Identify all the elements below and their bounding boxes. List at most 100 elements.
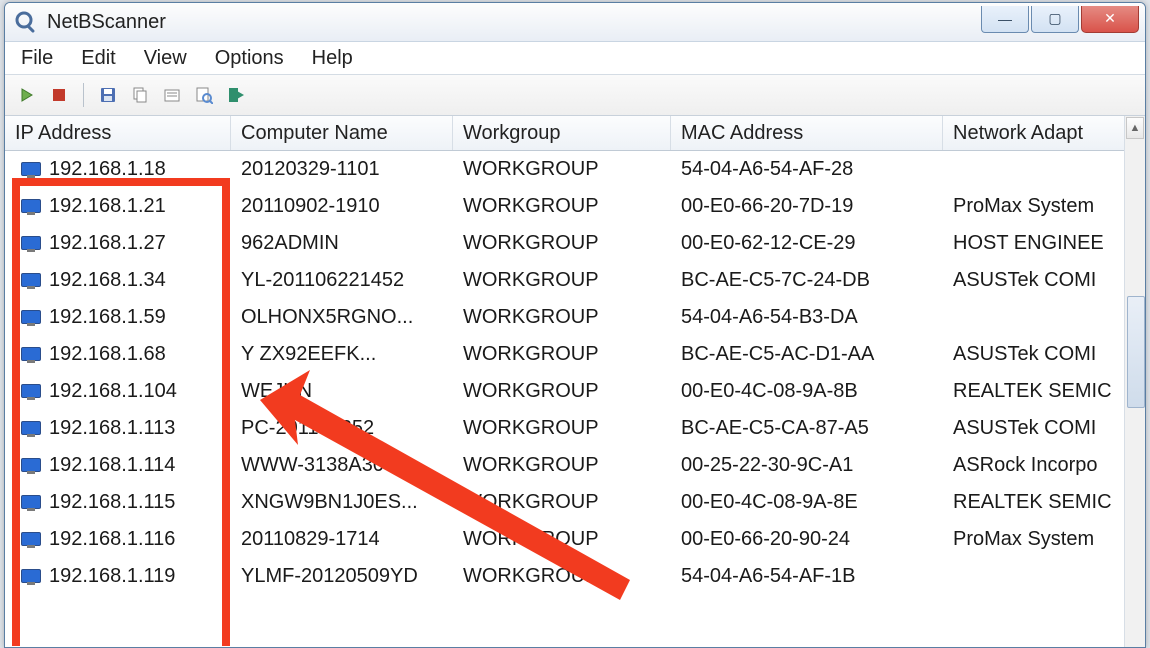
cell-ip: 192.168.1.104 — [49, 380, 177, 403]
grid-header: IP Address Computer Name Workgroup MAC A… — [5, 116, 1145, 151]
menu-help[interactable]: Help — [312, 47, 353, 70]
table-row[interactable]: 192.168.1.115XNGW9BN1J0ES...WORKGROUP00-… — [5, 484, 1145, 521]
toolbar-separator — [83, 83, 84, 107]
cell-mac: 54-04-A6-54-AF-1B — [671, 565, 943, 588]
table-row[interactable]: 192.168.1.59 OLHONX5RGNO...WORKGROUP54-04… — [5, 299, 1145, 336]
stop-button[interactable] — [47, 83, 71, 107]
cell-mac: 00-E0-4C-08-9A-8E — [671, 491, 943, 514]
find-button[interactable] — [192, 83, 216, 107]
computer-icon — [21, 384, 41, 400]
cell-workgroup: WORKGROUP — [453, 528, 671, 551]
cell-name: XNGW9BN1J0ES... — [231, 491, 453, 514]
app-window: NetBScanner — ▢ ✕ File Edit View Options… — [4, 2, 1146, 648]
scroll-thumb[interactable] — [1127, 296, 1145, 408]
menu-view[interactable]: View — [144, 47, 187, 70]
play-button[interactable] — [15, 83, 39, 107]
window-title: NetBScanner — [47, 11, 166, 34]
computer-icon — [21, 569, 41, 585]
computer-icon — [21, 236, 41, 252]
save-button[interactable] — [96, 83, 120, 107]
cell-mac: BC-AE-C5-AC-D1-AA — [671, 343, 943, 366]
cell-adapter: ASRock Incorpo — [943, 454, 1145, 477]
cell-ip: 192.168.1.27 — [49, 232, 166, 255]
cell-ip: 192.168.1.113 — [49, 417, 175, 440]
cell-name: 20110902-1910 — [231, 195, 453, 218]
cell-mac: 54-04-A6-54-B3-DA — [671, 306, 943, 329]
cell-workgroup: WORKGROUP — [453, 195, 671, 218]
computer-icon — [21, 347, 41, 363]
cell-workgroup: WORKGROUP — [453, 232, 671, 255]
cell-mac: 54-04-A6-54-AF-28 — [671, 158, 943, 181]
table-row[interactable]: 192.168.1.104WEJUNWORKGROUP00-E0-4C-08-9… — [5, 373, 1145, 410]
col-header-mac[interactable]: MAC Address — [671, 116, 943, 150]
col-header-adapter[interactable]: Network Adapt — [943, 116, 1145, 150]
properties-button[interactable] — [160, 83, 184, 107]
cell-workgroup: WORKGROUP — [453, 343, 671, 366]
computer-icon — [21, 495, 41, 511]
computer-icon — [21, 310, 41, 326]
cell-mac: 00-25-22-30-9C-A1 — [671, 454, 943, 477]
vertical-scrollbar[interactable]: ▲ — [1124, 116, 1145, 648]
cell-name: WWW-3138A309... — [231, 454, 453, 477]
copy-button[interactable] — [128, 83, 152, 107]
cell-workgroup: WORKGROUP — [453, 565, 671, 588]
cell-mac: 00-E0-66-20-7D-19 — [671, 195, 943, 218]
cell-ip: 192.168.1.18 — [49, 158, 166, 181]
minimize-button[interactable]: — — [981, 6, 1029, 33]
cell-name: OLHONX5RGNO... — [231, 306, 453, 329]
cell-adapter: REALTEK SEMIC — [943, 380, 1145, 403]
menu-edit[interactable]: Edit — [81, 47, 115, 70]
cell-mac: 00-E0-4C-08-9A-8B — [671, 380, 943, 403]
menubar: File Edit View Options Help — [5, 42, 1145, 75]
cell-ip: 192.168.1.114 — [49, 454, 175, 477]
cell-workgroup: WORKGROUP — [453, 306, 671, 329]
cell-ip: 192.168.1.21 — [49, 195, 166, 218]
cell-name: YL-201106221452 — [231, 269, 453, 292]
cell-workgroup: WORKGROUP — [453, 269, 671, 292]
cell-mac: BC-AE-C5-7C-24-DB — [671, 269, 943, 292]
cell-mac: 00-E0-62-12-CE-29 — [671, 232, 943, 255]
computer-icon — [21, 532, 41, 548]
computer-icon — [21, 162, 41, 178]
table-row[interactable]: 192.168.1.11620110829-1714WORKGROUP00-E0… — [5, 521, 1145, 558]
col-header-ip[interactable]: IP Address — [5, 116, 231, 150]
cell-mac: BC-AE-C5-CA-87-A5 — [671, 417, 943, 440]
table-row[interactable]: 192.168.1.21 20110902-1910WORKGROUP00-E0-… — [5, 188, 1145, 225]
maximize-button[interactable]: ▢ — [1031, 6, 1079, 33]
table-row[interactable]: 192.168.1.34 YL-201106221452WORKGROUPBC-A… — [5, 262, 1145, 299]
exit-button[interactable] — [224, 83, 248, 107]
col-header-wg[interactable]: Workgroup — [453, 116, 671, 150]
computer-icon — [21, 273, 41, 289]
cell-workgroup: WORKGROUP — [453, 454, 671, 477]
cell-adapter: ASUSTek COMI — [943, 269, 1145, 292]
table-row[interactable]: 192.168.1.27962ADMINWORKGROUP00-E0-62-12… — [5, 225, 1145, 262]
cell-name: PC-201107252 — [231, 417, 453, 440]
cell-ip: 192.168.1.119 — [49, 565, 175, 588]
cell-ip: 192.168.1.34 — [49, 269, 166, 292]
menu-options[interactable]: Options — [215, 47, 284, 70]
cell-name: 20120329-1101 — [231, 158, 453, 181]
cell-adapter: REALTEK SEMIC — [943, 491, 1145, 514]
cell-adapter: ASUSTek COMI — [943, 417, 1145, 440]
cell-adapter: ProMax System — [943, 195, 1145, 218]
table-row[interactable]: 192.168.1.119 YLMF-20120509YDWORKGROUP54-… — [5, 558, 1145, 595]
computer-icon — [21, 458, 41, 474]
titlebar[interactable]: NetBScanner — ▢ ✕ — [5, 3, 1145, 42]
grid-body: 192.168.1.1820120329-1101WORKGROUP54-04-… — [5, 151, 1145, 595]
app-icon — [13, 9, 39, 35]
table-row[interactable]: 192.168.1.68Y ZX92EEFK...WORKGROUPBC-AE-… — [5, 336, 1145, 373]
cell-name: WEJUN — [231, 380, 453, 403]
cell-ip: 192.168.1.68 — [49, 343, 166, 366]
close-button[interactable]: ✕ — [1081, 6, 1139, 33]
cell-workgroup: WORKGROUP — [453, 491, 671, 514]
cell-ip: 192.168.1.59 — [49, 306, 166, 329]
cell-name: YLMF-20120509YD — [231, 565, 453, 588]
menu-file[interactable]: File — [21, 47, 53, 70]
table-row[interactable]: 192.168.1.113PC-201107252WORKGROUPBC-AE-… — [5, 410, 1145, 447]
scroll-up-icon[interactable]: ▲ — [1126, 117, 1144, 139]
col-header-name[interactable]: Computer Name — [231, 116, 453, 150]
cell-adapter: ProMax System — [943, 528, 1145, 551]
table-row[interactable]: 192.168.1.1820120329-1101WORKGROUP54-04-… — [5, 151, 1145, 188]
table-row[interactable]: 192.168.1.114 WWW-3138A309...WORKGROUP00-… — [5, 447, 1145, 484]
cell-mac: 00-E0-66-20-90-24 — [671, 528, 943, 551]
